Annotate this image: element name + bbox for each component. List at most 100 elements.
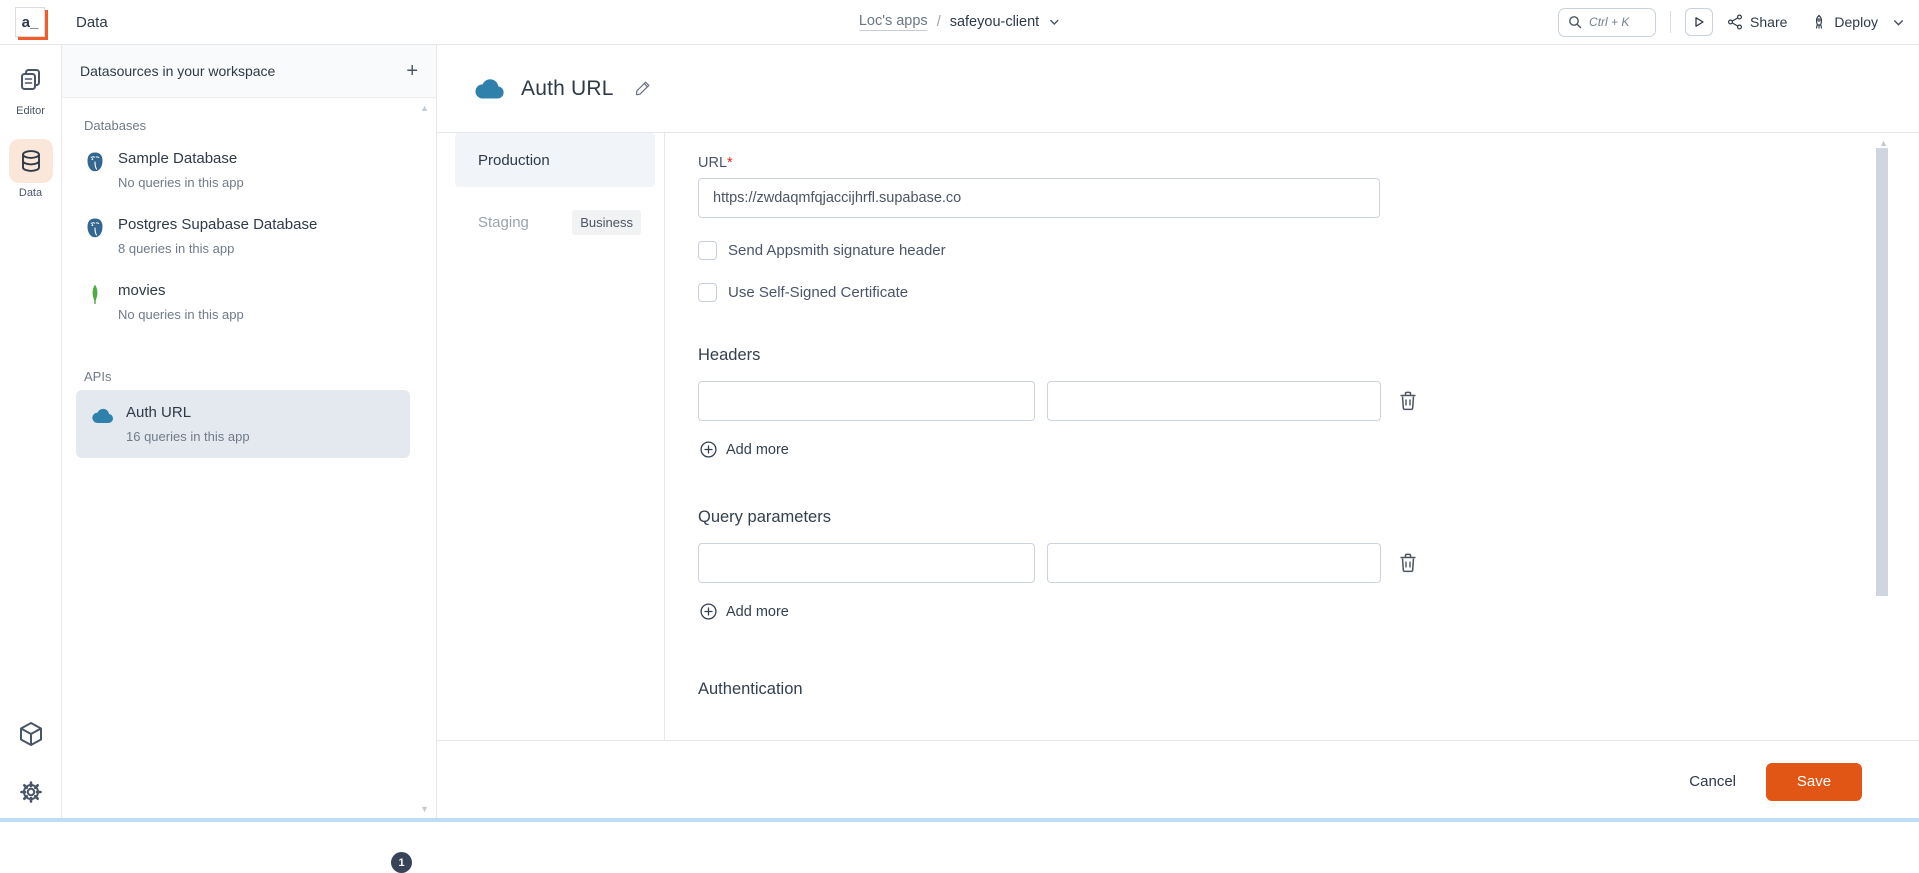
breadcrumb: Loc's apps / safeyou-client [858,13,1060,31]
url-field-label: URL* [698,155,733,171]
signature-header-checkbox-label: Send Appsmith signature header [728,242,946,259]
checkbox-unchecked[interactable] [698,283,717,302]
search-input[interactable]: Ctrl + K [1558,7,1657,37]
datasource-subtitle: 8 queries in this app [118,241,235,256]
postgres-icon [84,217,106,239]
datasource-row-text: movies No queries in this app [118,282,244,322]
query-params-add-more-button[interactable]: Add more [698,603,789,620]
cloud-icon [92,405,114,427]
cloud-icon [475,78,505,100]
datasource-subtitle: No queries in this app [118,175,244,190]
save-button[interactable]: Save [1766,762,1862,801]
checkbox-unchecked[interactable] [698,241,717,260]
sidebar-header: Datasources in your workspace + [62,45,436,98]
datasource-config-area: Production Staging Business URL* Send Ap… [437,133,1919,740]
datasource-name: movies [118,282,166,299]
plus-circle-icon [700,603,717,620]
sidebar-scroll-down-icon: ▼ [420,804,429,814]
section-header-apis: APIs [84,369,112,384]
notification-badge[interactable]: 1 [391,852,412,873]
breadcrumb-workspace-link[interactable]: Loc's apps [858,13,928,31]
app-menu-chevron-down-icon[interactable] [1048,16,1060,28]
left-navigation-rail: Editor Data [0,45,62,822]
datasource-row-postgres-supabase[interactable]: Postgres Supabase Database 8 queries in … [62,203,436,269]
headers-section-title: Headers [698,346,761,364]
datasource-subtitle: No queries in this app [118,307,244,322]
tab-staging-label: Staging [478,213,529,231]
form-scrollbar[interactable] [1876,148,1888,596]
sidebar-title: Datasources in your workspace [80,63,276,79]
search-shortcut-hint: Ctrl + K [1589,15,1630,29]
appsmith-data-page: a_ Data Loc's apps / safeyou-client Ctrl… [0,0,1919,873]
datasource-name: Sample Database [118,150,238,167]
datasource-name: Auth URL [126,404,192,421]
header-value-input[interactable] [1047,381,1381,421]
delete-header-trash-icon[interactable] [1399,391,1417,411]
rail-bottom-actions [17,720,45,822]
deploy-label: Deploy [1834,14,1878,30]
tab-staging[interactable]: Staging Business [455,195,655,249]
self-signed-cert-checkbox-row[interactable]: Use Self-Signed Certificate [698,283,1919,302]
section-header-databases: Databases [84,118,147,133]
header-key-input[interactable] [698,381,1035,421]
deploy-menu-chevron-down-icon[interactable] [1892,16,1905,29]
tab-production-label: Production [478,151,550,169]
run-button[interactable] [1685,8,1714,36]
edit-name-pencil-icon[interactable] [634,80,651,97]
editor-label: Editor [16,105,45,117]
url-input[interactable] [698,178,1380,218]
share-icon [1727,14,1743,30]
datasource-name: Postgres Supabase Database [118,216,318,233]
required-asterisk: * [727,155,733,171]
nav-data[interactable]: Data [8,139,53,199]
add-more-label: Add more [726,441,789,458]
datasource-row-auth-url[interactable]: Auth URL 16 queries in this app [76,390,410,458]
mongodb-icon [84,283,106,305]
search-icon [1568,15,1582,29]
datasource-row-sample-database[interactable]: Sample Database No queries in this app [62,137,436,203]
topbar-divider [1670,11,1672,33]
editor-pages-icon [9,57,53,101]
sidebar-scroll-up-icon: ▲ [420,103,429,113]
bottom-edge-strip [0,818,1919,822]
business-plan-badge: Business [572,209,641,235]
data-label: Data [18,187,43,199]
datasource-editor: Auth URL Production Staging Business URL… [437,45,1919,822]
datasource-form: URL* Send Appsmith signature header Use … [665,133,1919,740]
headers-add-more-button[interactable]: Add more [698,441,789,458]
datasource-subtitle: 16 queries in this app [126,429,250,444]
settings-gear-icon[interactable] [17,778,45,806]
datasource-row-text: Auth URL 16 queries in this app [126,404,250,444]
top-bar: a_ Data Loc's apps / safeyou-client Ctrl… [0,0,1919,45]
datasource-row-text: Postgres Supabase Database 8 queries in … [118,216,317,256]
tab-production[interactable]: Production [455,133,655,187]
database-icon [8,139,53,183]
deploy-button[interactable]: Deploy [1811,14,1878,30]
libraries-cube-icon[interactable] [17,720,45,748]
self-signed-cert-checkbox-label: Use Self-Signed Certificate [728,284,909,301]
postgres-icon [84,151,106,173]
add-datasource-button[interactable]: + [406,61,418,81]
rocket-icon [1811,14,1827,30]
delete-query-param-trash-icon[interactable] [1399,553,1417,573]
query-params-kv-row [698,543,1919,583]
nav-editor[interactable]: Editor [9,57,53,117]
datasource-header: Auth URL [437,45,1919,133]
cancel-button[interactable]: Cancel [1689,773,1736,790]
add-more-label: Add more [726,603,789,620]
signature-header-checkbox-row[interactable]: Send Appsmith signature header [698,241,1919,260]
topbar-actions: Ctrl + K Share Deploy [1558,7,1905,37]
datasource-row-movies[interactable]: movies No queries in this app [62,269,436,335]
share-button[interactable]: Share [1727,14,1787,30]
query-param-key-input[interactable] [698,543,1035,583]
plus-circle-icon [700,441,717,458]
appsmith-logo[interactable]: a_ [15,7,45,37]
query-param-value-input[interactable] [1047,543,1381,583]
datasource-title: Auth URL [521,76,614,100]
authentication-section-title: Authentication [698,680,803,698]
headers-kv-row [698,381,1919,421]
breadcrumb-app-name[interactable]: safeyou-client [950,14,1039,30]
form-scroll-up-icon: ▲ [1879,138,1888,148]
environment-tabs: Production Staging Business [437,133,665,740]
page-title: Data [76,13,108,31]
